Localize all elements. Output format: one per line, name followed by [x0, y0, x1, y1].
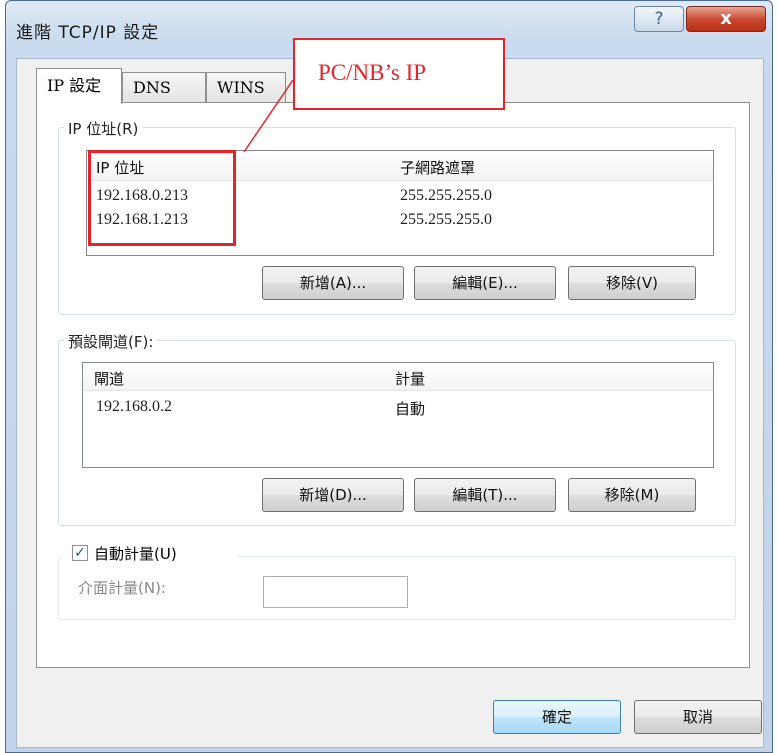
annotation-leader-line [243, 79, 294, 153]
annotation-highlight-box [88, 150, 236, 246]
tab-ip-settings[interactable]: IP 設定 [36, 68, 122, 104]
annotation-pointer-line [243, 79, 294, 153]
